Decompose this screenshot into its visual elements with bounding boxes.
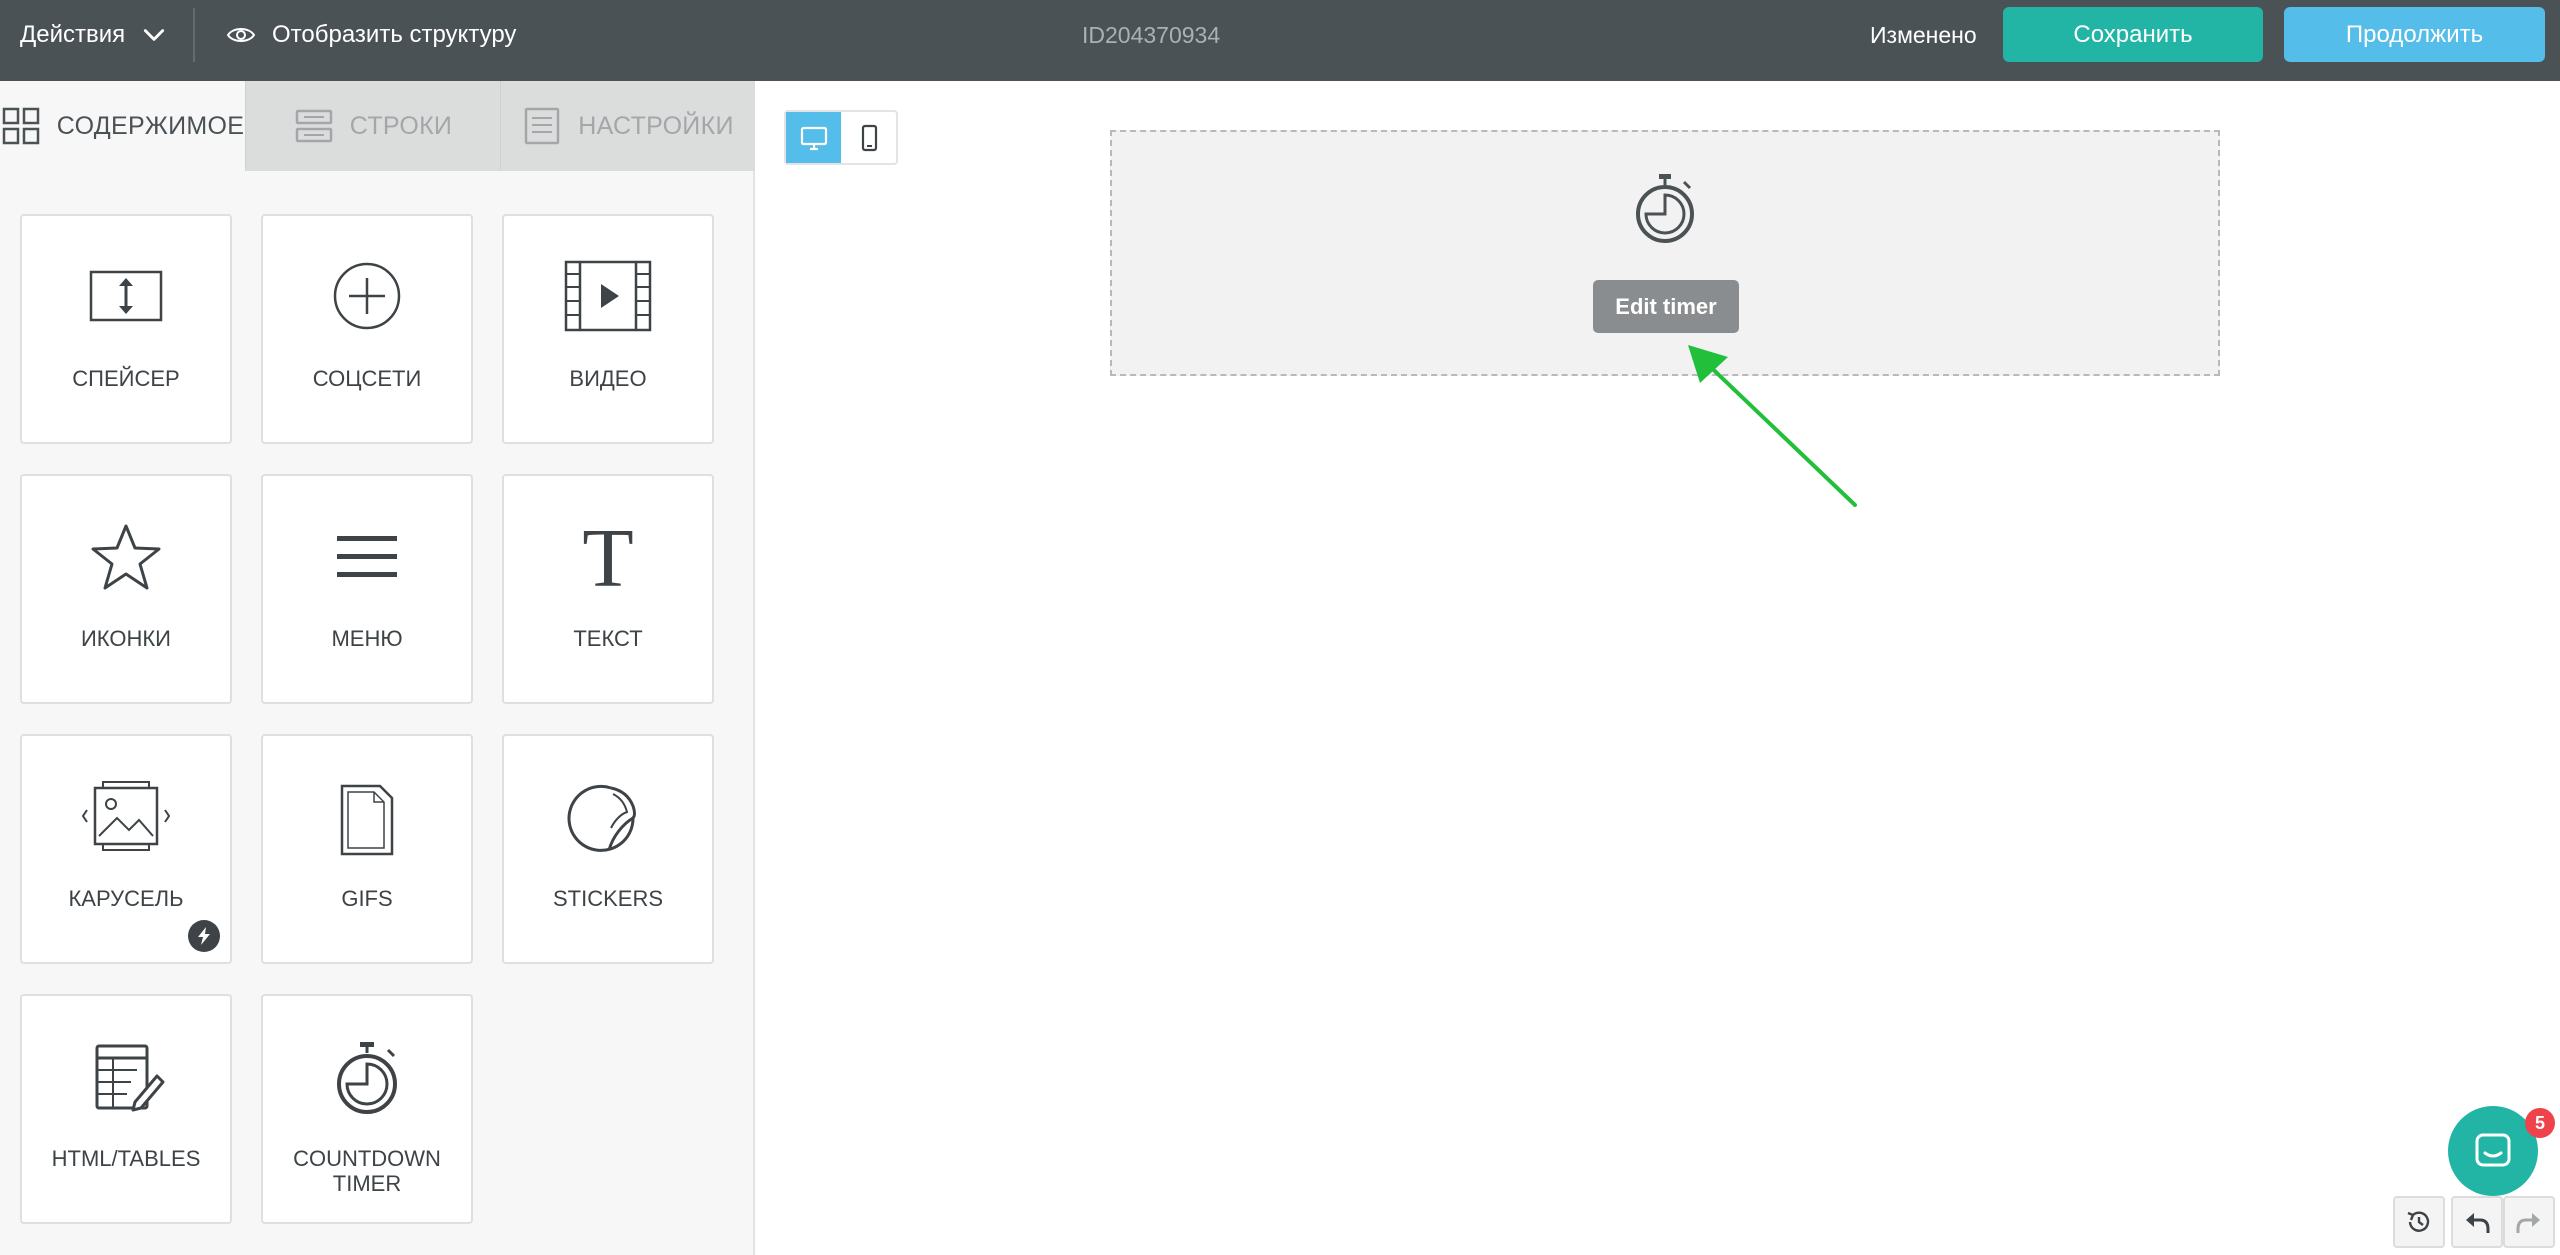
tile-label: СОЦСЕТИ [312,366,422,391]
device-toggle [784,110,898,165]
actions-label: Действия [20,21,126,48]
history-icon [2407,1211,2430,1232]
tile-countdown-timer[interactable]: COUNTDOWN TIMER [261,994,473,1224]
tab-settings[interactable]: НАСТРОЙКИ [500,81,755,171]
tile-label: COUNTDOWN TIMER [293,1146,441,1196]
menu-icon [337,536,397,577]
html-tables-icon [95,1044,165,1112]
show-structure-toggle[interactable]: Отобразить структуру [226,0,516,70]
show-structure-label: Отобразить структуру [272,21,517,48]
video-icon [564,260,652,332]
tile-stickers[interactable]: STICKERS [502,734,714,964]
tile-label: HTML/TABLES [51,1146,201,1171]
bolt-badge [188,920,220,952]
chat-icon [2475,1133,2511,1167]
mobile-icon [861,124,877,151]
tile-gifs[interactable]: GIFS [261,734,473,964]
star-icon [91,524,161,590]
mobile-view-button[interactable] [841,112,896,163]
eye-icon [226,28,256,42]
bolt-icon [198,927,210,945]
carousel-icon [81,781,171,851]
topbar-divider [193,8,195,62]
gif-file-icon [340,784,394,856]
spacer-icon [89,270,163,322]
tab-rows[interactable]: СТРОКИ [245,81,500,171]
settings-doc-icon [525,107,560,145]
grid-icon [2,107,40,145]
tile-label: GIFS [341,886,393,911]
save-status: Изменено [1870,22,1977,48]
annotation-arrow [1688,345,1857,507]
tile-label: МЕНЮ [331,626,403,651]
continue-button[interactable]: Продолжить [2284,7,2545,62]
tile-label: ТЕКСТ [573,626,643,651]
rows-icon [295,109,333,143]
tile-text[interactable]: T ТЕКСТ [502,474,714,704]
tab-content-label: СОДЕРЖИМОЕ [56,111,245,140]
tile-html-tables[interactable]: HTML/TABLES [20,994,232,1224]
tile-label: СПЕЙСЕР [72,366,180,391]
tile-label: ВИДЕО [569,366,647,391]
tile-icons[interactable]: ИКОНКИ [20,474,232,704]
redo-icon [2516,1213,2540,1233]
tab-rows-label: СТРОКИ [349,111,453,140]
tile-social[interactable]: СОЦСЕТИ [261,214,473,444]
tile-label: STICKERS [552,886,664,911]
countdown-timer-block[interactable]: Edit timer [1110,130,2220,376]
undo-button[interactable] [2451,1196,2503,1248]
desktop-view-button[interactable] [786,112,841,163]
stopwatch-icon [1636,174,1694,243]
tile-label: ИКОНКИ [80,626,171,651]
sidebar-tabs: СОДЕРЖИМОЕ СТРОКИ НАСТРОЙКИ [0,81,755,171]
document-id: ID204370934 [1082,22,1221,48]
tile-spacer[interactable]: СПЕЙСЕР [20,214,232,444]
plus-circle-icon [333,262,401,330]
desktop-icon [800,126,827,150]
tile-carousel[interactable]: КАРУСЕЛЬ [20,734,232,964]
sticker-icon [567,784,636,852]
sidebar: СОДЕРЖИМОЕ СТРОКИ НАСТРОЙКИ СПЕЙСЕР СОЦС… [0,81,755,1255]
save-button[interactable]: Сохранить [2003,7,2263,62]
tile-label: КАРУСЕЛЬ [68,886,184,911]
tile-video[interactable]: ВИДЕО [502,214,714,444]
svg-text:T: T [582,520,633,600]
redo-button[interactable] [2503,1196,2555,1248]
tile-menu[interactable]: МЕНЮ [261,474,473,704]
history-button[interactable] [2393,1196,2445,1248]
text-icon: T [582,520,633,600]
chat-unread-badge: 5 [2525,1108,2555,1138]
tab-settings-label: НАСТРОЙКИ [578,111,734,140]
undo-icon [2466,1213,2490,1233]
tab-content[interactable]: СОДЕРЖИМОЕ [0,81,245,171]
actions-dropdown[interactable]: Действия [20,0,167,70]
chevron-down-icon [144,29,165,41]
stopwatch-icon [337,1042,397,1114]
top-bar: Действия Отобразить структуру ID20437093… [0,0,2560,81]
edit-timer-button[interactable]: Edit timer [1593,280,1739,333]
